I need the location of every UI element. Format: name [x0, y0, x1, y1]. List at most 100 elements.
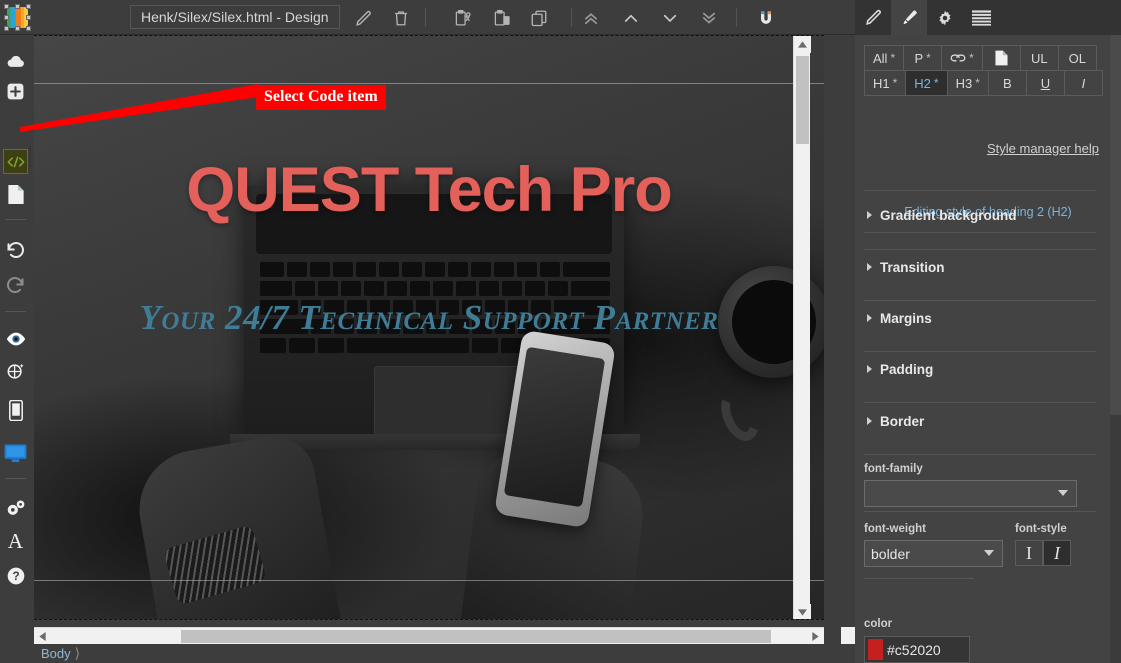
- style-btn-h2[interactable]: H2 *: [905, 70, 948, 96]
- color-swatch[interactable]: [868, 639, 883, 660]
- style-btn-page[interactable]: [981, 45, 1021, 71]
- right-panel-scrollbar[interactable]: [1110, 35, 1121, 663]
- tab-style[interactable]: [891, 0, 927, 35]
- duplicate-icon[interactable]: [526, 5, 552, 31]
- breadcrumb-separator: ⟩: [74, 645, 81, 661]
- file-title[interactable]: Henk/Silex/Silex.html - Design: [130, 5, 340, 29]
- copy-icon[interactable]: [489, 5, 515, 31]
- style-manager-help-link[interactable]: Style manager help: [987, 141, 1099, 156]
- chevron-right-icon[interactable]: [867, 417, 872, 425]
- font-weight-select[interactable]: bolder: [864, 540, 1003, 567]
- magnet-snap-icon[interactable]: [753, 5, 779, 31]
- section-margins[interactable]: Margins: [880, 311, 932, 326]
- redo-icon: [5, 274, 26, 295]
- section-gradient-background[interactable]: Gradient background: [880, 208, 1017, 223]
- chevron-right-icon[interactable]: [867, 263, 872, 271]
- chevron-right-icon[interactable]: [867, 314, 872, 322]
- sidebar-item-redo[interactable]: [3, 272, 28, 297]
- logo-handle: [26, 15, 31, 20]
- style-btn-italic[interactable]: I: [1063, 70, 1103, 96]
- section-padding[interactable]: Padding: [880, 362, 933, 377]
- section-transition[interactable]: Transition: [880, 260, 945, 275]
- color-label: color: [864, 618, 893, 630]
- tab-properties[interactable]: [855, 0, 891, 35]
- panel-divider: [864, 578, 974, 579]
- toolbar-separator: [736, 8, 737, 27]
- chevron-right-icon[interactable]: [867, 365, 872, 373]
- sidebar-item-pages[interactable]: [3, 182, 28, 207]
- scroll-left-arrow-icon[interactable]: [34, 628, 51, 645]
- logo-handle: [15, 26, 20, 31]
- logo-handle: [26, 4, 31, 9]
- sidebar-item-preview[interactable]: [3, 326, 28, 351]
- logo-handle: [4, 4, 9, 9]
- svg-text:?: ?: [12, 570, 19, 583]
- right-panel-scroll-thumb[interactable]: [1110, 35, 1121, 415]
- sidebar-item-undo[interactable]: [3, 237, 28, 262]
- canvas-horizontal-scroll-thumb[interactable]: [181, 630, 771, 643]
- breadcrumb-item-body[interactable]: Body: [41, 646, 75, 661]
- publish-icon: [5, 361, 26, 382]
- fonts-icon: A: [7, 529, 24, 553]
- cut-icon[interactable]: [450, 5, 476, 31]
- sidebar-item-fonts[interactable]: A: [3, 529, 28, 554]
- chevron-down-icon: [1058, 490, 1068, 496]
- style-btn-ul[interactable]: UL: [1019, 45, 1059, 71]
- panel-divider: [864, 402, 1096, 403]
- panel-divider: [864, 351, 1096, 352]
- style-btn-h3[interactable]: H3 *: [946, 70, 989, 96]
- hero-subtitle[interactable]: Your 24/7 Technical Support Partner: [34, 298, 824, 338]
- logo-gradient: [7, 7, 28, 28]
- sidebar-item-code[interactable]: [3, 149, 28, 174]
- move-up-icon[interactable]: [618, 5, 644, 31]
- scroll-right-arrow-icon[interactable]: [807, 628, 824, 645]
- move-to-bottom-icon[interactable]: [696, 5, 722, 31]
- style-btn-bold[interactable]: B: [987, 70, 1027, 96]
- canvas-vertical-scroll-thumb[interactable]: [796, 56, 809, 144]
- font-style-normal-button[interactable]: I: [1015, 540, 1043, 566]
- mobile-icon: [8, 400, 23, 421]
- chevron-right-icon[interactable]: [867, 211, 872, 219]
- style-btn-h1[interactable]: H1 *: [864, 70, 907, 96]
- color-input[interactable]: #c52020: [864, 636, 970, 663]
- style-btn-ol[interactable]: OL: [1057, 45, 1097, 71]
- chevron-down-icon: [984, 550, 994, 556]
- sidebar-item-publish[interactable]: [3, 359, 28, 384]
- sidebar-item-settings[interactable]: [3, 495, 28, 520]
- silex-logo-icon[interactable]: [4, 4, 31, 31]
- sidebar-item-mobile[interactable]: [3, 398, 28, 423]
- settings-gears-icon: [5, 498, 27, 518]
- sidebar-divider: [5, 311, 26, 312]
- font-family-select[interactable]: [864, 480, 1077, 507]
- breadcrumb: Body ⟩: [41, 644, 80, 663]
- panel-divider: [864, 249, 1096, 250]
- hero-title[interactable]: QUEST Tech Pro: [34, 154, 824, 226]
- move-to-top-icon[interactable]: [578, 5, 604, 31]
- link-icon: [950, 52, 966, 64]
- style-btn-p[interactable]: P *: [903, 45, 943, 71]
- style-btn-link[interactable]: *: [941, 45, 983, 71]
- canvas-vertical-scrollbar[interactable]: [793, 36, 811, 619]
- scroll-up-arrow-icon[interactable]: [794, 36, 811, 53]
- desktop-icon: [4, 444, 27, 463]
- edit-pencil-icon[interactable]: [350, 5, 376, 31]
- delete-trash-icon[interactable]: [388, 5, 414, 31]
- annotation-label: Select Code item: [256, 85, 386, 110]
- style-btn-underline[interactable]: U: [1025, 70, 1065, 96]
- font-style-italic-button[interactable]: I: [1043, 540, 1071, 566]
- color-value: #c52020: [887, 641, 941, 658]
- undo-icon: [5, 239, 26, 260]
- style-btn-all[interactable]: All *: [864, 45, 905, 71]
- sidebar-item-help[interactable]: ?: [3, 563, 28, 588]
- photo-hand-left: [130, 429, 342, 619]
- sidebar-item-desktop[interactable]: [3, 441, 28, 466]
- sidebar-item-file[interactable]: [3, 48, 28, 73]
- photo-trackpad: [374, 366, 524, 444]
- canvas-horizontal-scrollbar[interactable]: [34, 627, 824, 644]
- move-down-icon[interactable]: [657, 5, 683, 31]
- tab-layers[interactable]: [963, 0, 999, 35]
- section-border[interactable]: Border: [880, 414, 924, 429]
- scroll-down-arrow-icon[interactable]: [794, 604, 811, 619]
- tab-settings[interactable]: [927, 0, 963, 35]
- right-panel: All * P * * UL OL H1 * H2 * H3 * B U I S…: [855, 0, 1121, 663]
